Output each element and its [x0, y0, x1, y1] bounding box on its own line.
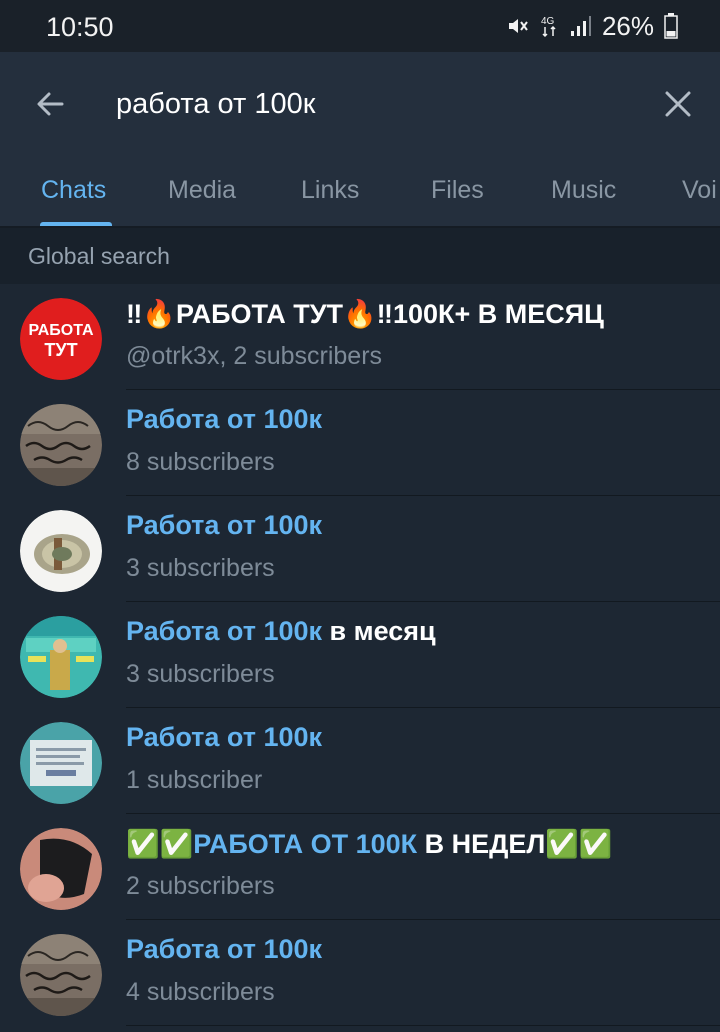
arrow-left-icon	[37, 92, 64, 116]
tab-voice[interactable]: Voi	[682, 176, 717, 205]
tab-links[interactable]: Links	[301, 176, 359, 205]
row-divider	[126, 1025, 720, 1026]
result-subtitle: 3 subscribers	[126, 660, 275, 688]
title-highlight: Работа от 100к	[126, 616, 323, 646]
title-highlight: Работа от 100к	[126, 404, 323, 434]
tab-music[interactable]: Music	[551, 176, 616, 205]
avatar	[20, 510, 102, 592]
title-highlight: РАБОТА ОТ 100К	[193, 829, 418, 859]
tab-chats[interactable]: Chats	[41, 176, 106, 205]
result-subtitle: 2 subscribers	[126, 872, 275, 900]
tab-files[interactable]: Files	[431, 176, 484, 205]
signal-icon	[570, 14, 592, 38]
result-title: Работа от 100к	[126, 404, 322, 435]
search-header: Chats Media Links Files Music Voi	[0, 52, 720, 228]
svg-text:4G: 4G	[541, 16, 555, 27]
result-subtitle: 8 subscribers	[126, 448, 275, 476]
search-result-row[interactable]: ✅✅РАБОТА ОТ 100К В НЕДЕЛ✅✅ 2 subscribers	[0, 814, 720, 920]
result-title: Работа от 100к	[126, 510, 322, 541]
section-header: Global search	[0, 228, 720, 284]
battery-percent: 26%	[601, 10, 654, 41]
title-highlight: Работа от 100к	[126, 722, 323, 752]
close-icon	[665, 91, 691, 117]
avatar-logo-text-2: ТУТ	[44, 340, 77, 360]
battery-icon	[664, 13, 678, 39]
result-title: Работа от 100к	[126, 934, 322, 965]
title-prefix: ✅✅	[126, 829, 194, 859]
title-rest: РАБОТА ТУТ🔥‼100К+ В МЕСЯЦ	[175, 299, 604, 329]
back-button[interactable]	[30, 84, 70, 124]
result-title: Работа от 100к	[126, 722, 322, 753]
search-results: РАБОТА ТУТ ‼🔥РАБОТА ТУТ🔥‼100К+ В МЕСЯЦ @…	[0, 284, 720, 1026]
status-time: 10:50	[46, 12, 114, 42]
title-rest: В НЕДЕЛ✅✅	[417, 829, 613, 859]
search-result-row[interactable]: Работа от 100к 1 subscriber	[0, 708, 720, 814]
search-result-row[interactable]: Работа от 100к в месяц 3 subscribers	[0, 602, 720, 708]
title-highlight: Работа от 100к	[126, 510, 323, 540]
result-subtitle: 3 subscribers	[126, 554, 275, 582]
avatar	[20, 828, 102, 910]
result-subtitle: @otrk3x, 2 subscribers	[126, 342, 383, 370]
avatar	[20, 616, 102, 698]
result-title: Работа от 100к в месяц	[126, 616, 436, 647]
search-result-row[interactable]: РАБОТА ТУТ ‼🔥РАБОТА ТУТ🔥‼100К+ В МЕСЯЦ @…	[0, 284, 720, 390]
search-input[interactable]	[116, 82, 636, 126]
tab-media[interactable]: Media	[168, 176, 236, 205]
search-result-row[interactable]: Работа от 100к 3 subscribers	[0, 496, 720, 602]
search-tabs: Chats Media Links Files Music Voi	[0, 162, 720, 228]
result-subtitle: 1 subscriber	[126, 766, 263, 794]
avatar-logo-text-1: РАБОТА	[28, 322, 94, 339]
section-title: Global search	[28, 243, 170, 269]
avatar	[20, 934, 102, 1016]
title-highlight: Работа от 100к	[126, 934, 323, 964]
result-title: ✅✅РАБОТА ОТ 100К В НЕДЕЛ✅✅	[126, 828, 613, 860]
avatar	[20, 404, 102, 486]
title-prefix: ‼🔥	[126, 299, 176, 329]
clear-search-button[interactable]	[658, 84, 698, 124]
status-bar: 10:50 4G 26%	[0, 0, 720, 52]
result-title: ‼🔥РАБОТА ТУТ🔥‼100К+ В МЕСЯЦ	[126, 298, 604, 330]
avatar: РАБОТА ТУТ	[20, 298, 102, 380]
status-icons: 4G 26%	[506, 10, 678, 42]
network-4g-icon: 4G	[540, 13, 560, 39]
result-subtitle: 4 subscribers	[126, 978, 275, 1006]
avatar	[20, 722, 102, 804]
search-result-row[interactable]: Работа от 100к 8 subscribers	[0, 390, 720, 496]
mute-icon	[506, 14, 530, 38]
search-result-row[interactable]: Работа от 100к 4 subscribers	[0, 920, 720, 1026]
title-rest: в месяц	[322, 616, 436, 646]
